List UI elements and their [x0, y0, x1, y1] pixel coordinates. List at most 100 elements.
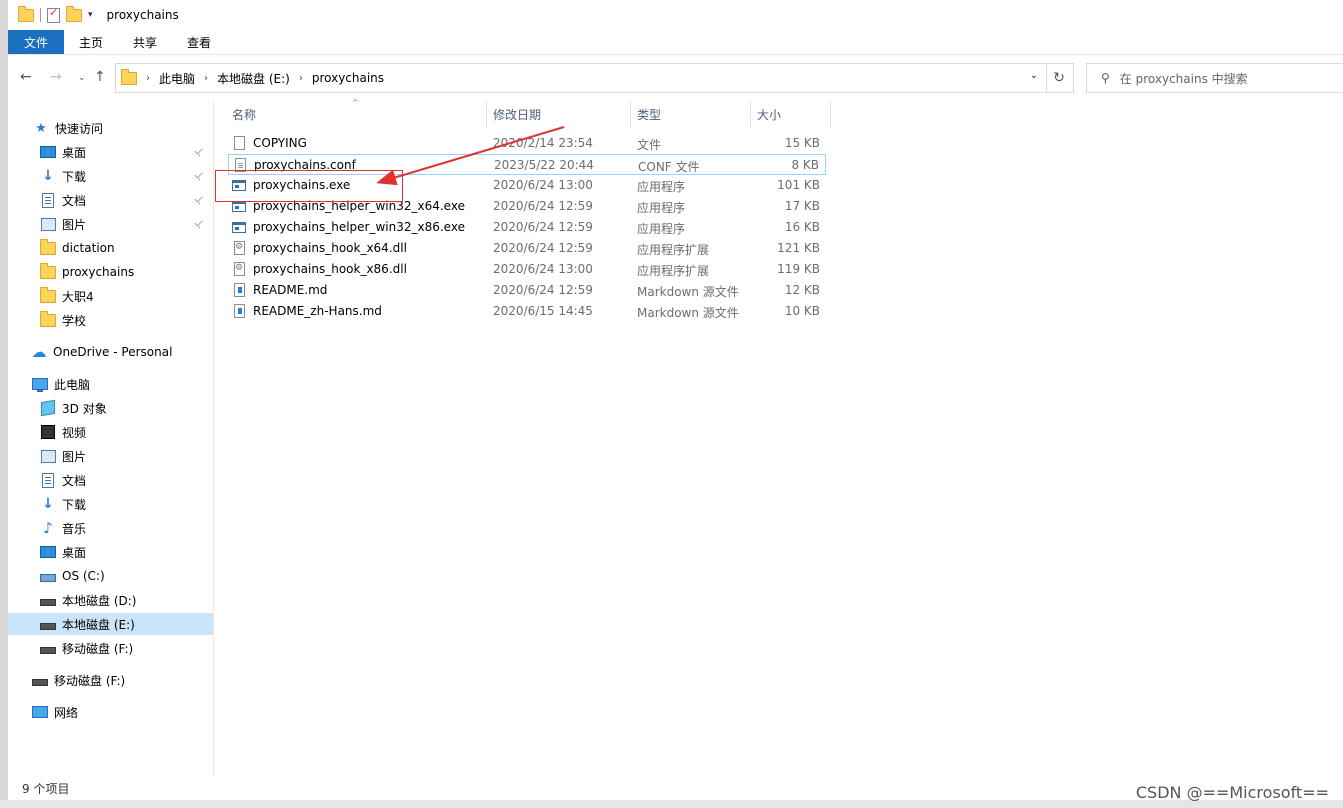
- sidebar-item-label: 本地磁盘 (E:): [62, 617, 135, 632]
- column-divider[interactable]: [830, 100, 831, 128]
- chevron-right-icon[interactable]: ›: [146, 73, 150, 84]
- customize-toolbar-icon[interactable]: ▾: [88, 10, 93, 20]
- file-row[interactable]: proxychains_hook_x64.dll 2020/6/24 12:59 应…: [228, 238, 826, 259]
- sidebar-item-pc[interactable]: 文档: [8, 469, 213, 491]
- sidebar-item-this-pc[interactable]: 此电脑: [8, 373, 237, 395]
- sidebar-item-pc[interactable]: 移动磁盘 (F:): [8, 637, 213, 659]
- folder-icon: [40, 286, 56, 303]
- sidebar-item-quick[interactable]: 文档 ⊥: [8, 189, 213, 211]
- file-md-icon: [234, 283, 245, 297]
- sidebar-item-quick[interactable]: 图片 ⊥: [8, 213, 213, 235]
- sidebar-item-label: 下载: [62, 497, 87, 512]
- sidebar-item-onedrive[interactable]: ☁ OneDrive - Personal: [8, 341, 236, 363]
- file-date: 2020/6/24 12:59: [493, 220, 593, 234]
- file-name: proxychains_hook_x64.dll: [253, 241, 407, 255]
- file-row[interactable]: README_zh-Hans.md 2020/6/15 14:45 Markdown…: [228, 301, 826, 322]
- video-icon: [41, 425, 55, 439]
- sidebar-item-pc[interactable]: 本地磁盘 (E:): [8, 613, 213, 635]
- chevron-right-icon[interactable]: ›: [299, 73, 303, 84]
- file-row[interactable]: COPYING 2020/2/14 23:54 文件 15 KB: [228, 133, 826, 154]
- 3d-objects-icon: [41, 399, 55, 417]
- column-divider[interactable]: [630, 100, 631, 128]
- sidebar-item-pc[interactable]: 桌面: [8, 541, 213, 563]
- folder-icon: [40, 262, 56, 279]
- chevron-down-icon[interactable]: ⌄: [1030, 70, 1038, 81]
- address-bar[interactable]: › 此电脑 › 本地磁盘 (E:) › proxychains ⌄: [115, 63, 1047, 93]
- tab-home[interactable]: 主页: [64, 30, 118, 54]
- search-icon: ⚲: [1101, 71, 1110, 85]
- sidebar-item-pc[interactable]: 视频: [8, 421, 213, 443]
- properties-icon[interactable]: [47, 6, 60, 23]
- computer-icon: [32, 378, 48, 392]
- document-icon: [42, 472, 54, 488]
- sidebar-item-label: 图片: [62, 449, 87, 464]
- title-bar: ▾ proxychains: [8, 0, 1343, 30]
- file-date: 2023/5/22 20:44: [494, 158, 594, 172]
- sidebar-item-network[interactable]: 网络: [8, 701, 237, 723]
- column-header-name[interactable]: 名称: [232, 100, 256, 128]
- column-divider[interactable]: [750, 100, 751, 128]
- sidebar-item-label: 学校: [62, 313, 87, 328]
- sidebar-item-label: 此电脑: [54, 377, 91, 392]
- sidebar-item-label: 桌面: [62, 145, 87, 160]
- sidebar-item-pc[interactable]: ↓ 下载: [8, 493, 213, 515]
- file-type: 应用程序: [637, 180, 686, 194]
- sort-ascending-icon: ^: [352, 98, 359, 107]
- sidebar-item-label: 大职4: [62, 289, 94, 304]
- sidebar-item-removable-drive[interactable]: 移动磁盘 (F:): [8, 669, 237, 691]
- new-folder-icon[interactable]: [66, 5, 82, 22]
- file-type: 文件: [637, 138, 662, 152]
- file-size: 119 KB: [777, 262, 820, 276]
- sidebar-item-pc[interactable]: OS (C:): [8, 565, 213, 587]
- tab-view[interactable]: 查看: [172, 30, 226, 54]
- breadcrumb-this-pc[interactable]: 此电脑: [159, 70, 195, 87]
- column-header-date[interactable]: 修改日期: [493, 100, 541, 128]
- pane-divider[interactable]: [213, 100, 214, 776]
- sidebar-item-quick[interactable]: proxychains: [8, 261, 213, 283]
- file-row[interactable]: proxychains_hook_x86.dll 2020/6/24 13:00 应…: [228, 259, 826, 280]
- sidebar-item-pc[interactable]: 图片: [8, 445, 213, 467]
- picture-icon: [40, 217, 56, 231]
- breadcrumb-proxychains[interactable]: proxychains: [312, 71, 384, 85]
- sidebar-item-label: 移动磁盘 (F:): [62, 641, 134, 656]
- file-dll-icon: [234, 241, 245, 255]
- sidebar-item-quick[interactable]: 桌面 ⊥: [8, 141, 213, 163]
- breadcrumb-drive-e[interactable]: 本地磁盘 (E:): [217, 70, 290, 87]
- refresh-button[interactable]: ↻: [1045, 63, 1074, 93]
- file-date: 2020/6/24 12:59: [493, 199, 593, 213]
- file-size: 16 KB: [784, 220, 820, 234]
- sidebar-item-quick[interactable]: 学校: [8, 309, 213, 331]
- navigation-pane: ★ 快速访问 桌面 ⊥ ↓ 下载 ⊥ 文档 ⊥ 图片 ⊥ dictation proxychains…: [8, 100, 213, 776]
- sidebar-item-pc[interactable]: ♪ 音乐: [8, 517, 213, 539]
- column-header-type[interactable]: 类型: [637, 100, 661, 128]
- column-divider[interactable]: [486, 100, 487, 128]
- file-row[interactable]: README.md 2020/6/24 12:59 Markdown 源文件 12 K…: [228, 280, 826, 301]
- sidebar-item-quick-access[interactable]: ★ 快速访问: [8, 117, 238, 139]
- tab-file[interactable]: 文件: [8, 30, 65, 54]
- tab-share[interactable]: 共享: [118, 30, 172, 54]
- chevron-right-icon[interactable]: ›: [204, 73, 208, 84]
- file-plain-icon: [234, 136, 245, 150]
- refresh-icon: ↻: [1053, 70, 1065, 86]
- desktop-icon: [40, 146, 56, 158]
- sidebar-item-quick[interactable]: dictation: [8, 237, 213, 259]
- up-arrow-icon[interactable]: ↑: [94, 69, 106, 85]
- sidebar-item-quick[interactable]: ↓ 下载 ⊥: [8, 165, 213, 187]
- sidebar-item-pc[interactable]: 本地磁盘 (D:): [8, 589, 213, 611]
- sidebar-item-pc[interactable]: 3D 对象: [8, 397, 213, 419]
- file-type: Markdown 源文件: [637, 285, 739, 299]
- forward-arrow-icon[interactable]: →: [50, 69, 62, 85]
- file-size: 17 KB: [784, 199, 820, 213]
- search-placeholder: 在 proxychains 中搜索: [1119, 71, 1248, 86]
- file-size: 10 KB: [784, 304, 820, 318]
- recent-locations-icon[interactable]: ⌄: [78, 73, 86, 83]
- search-input[interactable]: ⚲ 在 proxychains 中搜索: [1086, 63, 1343, 93]
- sidebar-item-quick[interactable]: 大职4: [8, 285, 213, 307]
- pin-icon: ⊥: [192, 191, 209, 208]
- column-header-size[interactable]: 大小: [757, 100, 781, 128]
- file-size: 12 KB: [784, 283, 820, 297]
- removable-drive-icon: [32, 678, 48, 686]
- back-arrow-icon[interactable]: ←: [20, 69, 32, 85]
- explorer-window: ▾ proxychains 文件 主页 共享 查看 ← → ⌄ ↑ › 此电脑 …: [8, 0, 1343, 800]
- file-row[interactable]: proxychains_helper_win32_x86.exe 2020/6/2…: [228, 217, 826, 238]
